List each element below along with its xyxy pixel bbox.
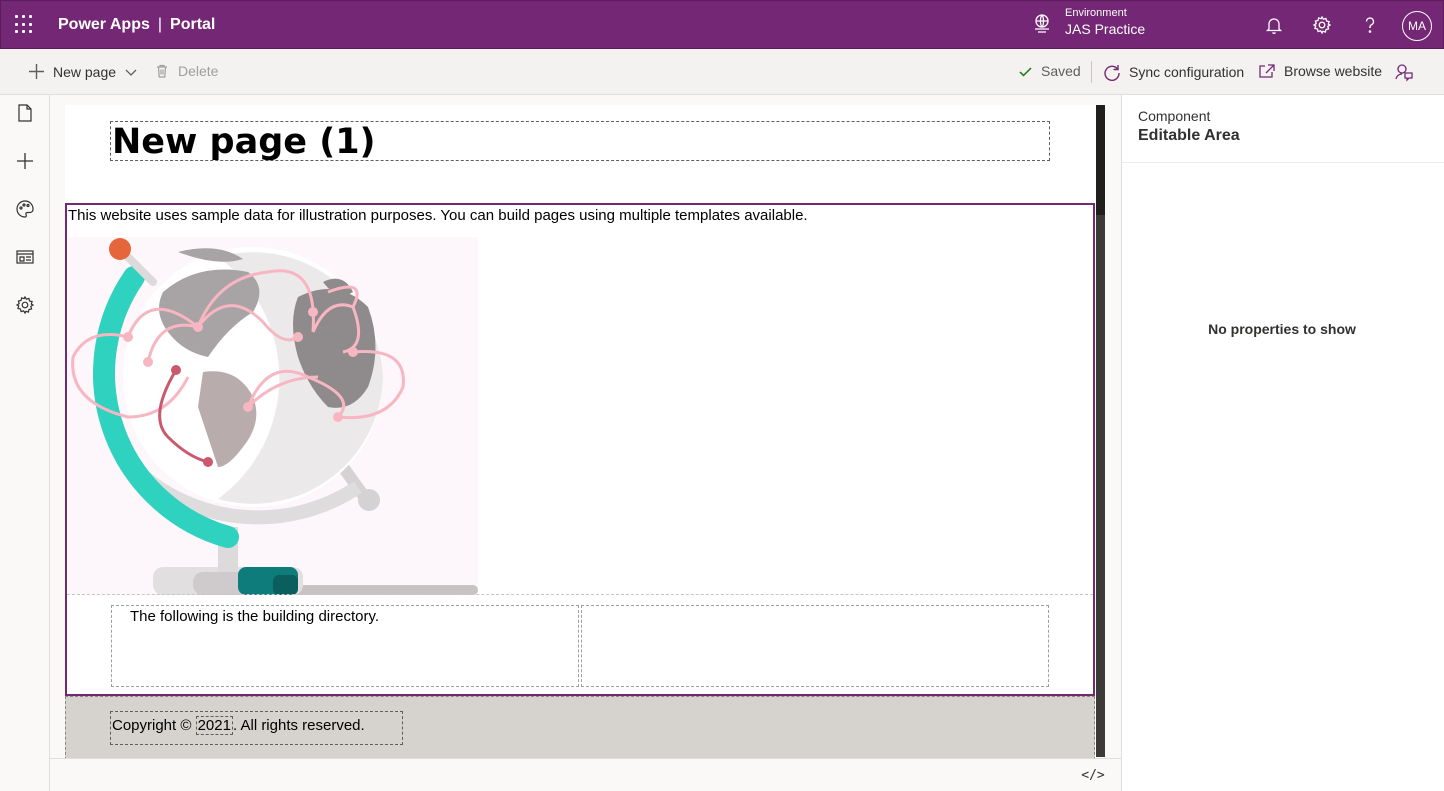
environment-picker[interactable]: Environment JAS Practice bbox=[1031, 7, 1145, 38]
themes-palette-icon[interactable] bbox=[15, 199, 35, 219]
browse-website-button[interactable]: Browse website bbox=[1258, 63, 1382, 79]
app-name[interactable]: Power Apps bbox=[58, 16, 150, 33]
checkmark-icon bbox=[1019, 66, 1032, 77]
trash-icon bbox=[157, 64, 167, 78]
design-canvas: New page (1) This website uses sample da… bbox=[50, 95, 1121, 791]
page-title-section[interactable]: New page (1) bbox=[110, 121, 1050, 162]
site-settings-icon[interactable] bbox=[15, 295, 35, 315]
canvas-bottom-bar bbox=[50, 758, 1121, 791]
help-icon[interactable] bbox=[1360, 15, 1380, 35]
saved-label: Saved bbox=[1041, 63, 1081, 79]
plus-icon bbox=[29, 64, 44, 79]
brand-separator: | bbox=[157, 16, 163, 33]
properties-panel: Component Editable Area No properties to… bbox=[1121, 95, 1444, 791]
sync-label: Sync configuration bbox=[1129, 64, 1245, 80]
directory-text[interactable]: The following is the building directory. bbox=[130, 608, 379, 625]
canvas-scrollbar[interactable] bbox=[1096, 105, 1105, 757]
globe-illustration[interactable] bbox=[68, 237, 478, 595]
page-footer[interactable]: Copyright © 2021. All rights reserved. bbox=[65, 696, 1095, 760]
properties-header: Component Editable Area bbox=[1122, 95, 1444, 163]
copyright-text[interactable]: Copyright © 2021. All rights reserved. bbox=[112, 716, 365, 735]
command-bar: New page Delete Saved Sync configuration… bbox=[0, 49, 1444, 95]
saved-status: Saved bbox=[1018, 63, 1081, 79]
page-title[interactable]: New page (1) bbox=[111, 122, 1049, 162]
no-properties-message: No properties to show bbox=[1208, 321, 1356, 337]
settings-gear-icon[interactable] bbox=[1312, 15, 1332, 35]
command-separator bbox=[1091, 61, 1092, 83]
left-tool-rail bbox=[0, 95, 50, 791]
column-left[interactable]: The following is the building directory. bbox=[111, 605, 579, 687]
intro-text[interactable]: This website uses sample data for illust… bbox=[68, 207, 808, 224]
app-launcher-icon[interactable] bbox=[15, 15, 35, 35]
add-component-icon[interactable] bbox=[15, 151, 35, 171]
copyright-prefix: Copyright © bbox=[112, 717, 196, 734]
pages-icon[interactable] bbox=[15, 103, 35, 123]
code-editor-toggle[interactable]: </> bbox=[1065, 763, 1121, 787]
browse-label: Browse website bbox=[1284, 63, 1383, 79]
app-brand: Power Apps | Portal bbox=[58, 16, 215, 34]
copyright-box[interactable]: Copyright © 2021. All rights reserved. bbox=[110, 711, 403, 745]
top-header: Power Apps | Portal Environment JAS Practi… bbox=[0, 0, 1444, 49]
notifications-icon[interactable] bbox=[1264, 15, 1284, 35]
app-section: Portal bbox=[170, 16, 216, 33]
sync-configuration-button[interactable]: Sync configuration bbox=[1103, 63, 1244, 81]
globe-image bbox=[71, 238, 478, 595]
component-name: Editable Area bbox=[1138, 127, 1240, 144]
copyright-year[interactable]: 2021 bbox=[195, 716, 233, 735]
feedback-icon[interactable] bbox=[1394, 62, 1414, 82]
editable-area[interactable]: This website uses sample data for illust… bbox=[65, 203, 1095, 696]
environment-label: Environment bbox=[1065, 7, 1127, 19]
environment-icon bbox=[1035, 13, 1049, 33]
open-external-icon bbox=[1259, 64, 1275, 78]
user-avatar[interactable]: MA bbox=[1402, 11, 1432, 41]
templates-icon[interactable] bbox=[15, 247, 35, 267]
delete-button[interactable]: Delete bbox=[154, 63, 218, 79]
new-page-button[interactable]: New page bbox=[28, 63, 138, 80]
delete-label: Delete bbox=[178, 63, 219, 79]
component-label: Component bbox=[1138, 108, 1211, 124]
page-preview: New page (1) This website uses sample da… bbox=[65, 105, 1096, 760]
new-page-label: New page bbox=[53, 63, 117, 80]
copyright-suffix: . All rights reserved. bbox=[232, 717, 365, 734]
row-divider bbox=[67, 594, 1093, 595]
column-right[interactable] bbox=[581, 605, 1049, 687]
environment-name: JAS Practice bbox=[1065, 21, 1146, 37]
chevron-down-icon[interactable] bbox=[124, 65, 138, 79]
scrollbar-thumb[interactable] bbox=[1096, 105, 1105, 215]
sync-icon bbox=[1104, 65, 1120, 81]
